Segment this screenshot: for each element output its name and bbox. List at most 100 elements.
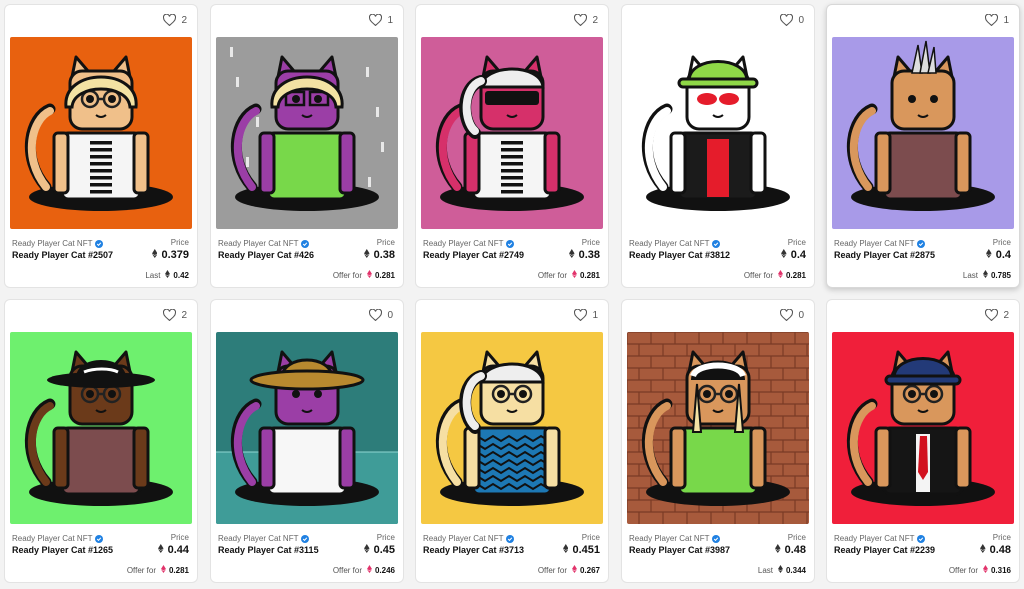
collection-name: Ready Player Cat NFT [423, 534, 504, 543]
card-details: Ready Player Cat NFT Ready Player Cat #42… [218, 238, 395, 261]
eth-icon [165, 270, 171, 280]
price-label: Price [787, 238, 806, 247]
favorite-count: 0 [798, 14, 804, 26]
nft-card[interactable]: 2 Ready Player Cat NFT Ready Player Cat #1… [4, 299, 198, 583]
favorite-button[interactable]: 1 [369, 14, 393, 26]
price-amount: 0.451 [572, 544, 600, 556]
verified-icon [95, 239, 104, 248]
nft-image[interactable] [627, 37, 809, 229]
eth-icon [775, 544, 781, 556]
collection-name: Ready Player Cat NFT [218, 239, 299, 248]
heart-icon [985, 14, 999, 26]
nft-image[interactable] [216, 332, 398, 524]
favorite-button[interactable]: 1 [574, 309, 598, 321]
nft-card[interactable]: 2 Ready Player Cat NFT Ready Player Cat #2… [4, 4, 198, 288]
offer-info: Offer for 0.246 [333, 565, 395, 575]
nft-name[interactable]: Ready Player Cat #3812 [629, 250, 806, 260]
nft-image[interactable] [421, 37, 603, 229]
favorite-button[interactable]: 0 [369, 309, 393, 321]
heart-icon [369, 309, 383, 321]
collection-name: Ready Player Cat NFT [629, 534, 710, 543]
favorite-count: 1 [1003, 14, 1009, 26]
nft-image[interactable] [10, 37, 192, 229]
eth-icon [980, 544, 986, 556]
favorite-button[interactable]: 0 [780, 309, 804, 321]
collection-link[interactable]: Ready Player Cat NFT [629, 533, 806, 544]
nft-image[interactable] [832, 37, 1014, 229]
price-value: 0.48 [775, 544, 806, 556]
eth-icon [158, 544, 164, 556]
verified-icon [917, 239, 926, 248]
favorite-button[interactable]: 2 [163, 14, 187, 26]
nft-card[interactable]: 1 Ready Player Cat NFT Ready Player Cat #4… [210, 4, 404, 288]
favorite-count: 2 [592, 14, 598, 26]
eth-icon [367, 270, 372, 280]
favorite-button[interactable]: 0 [780, 14, 804, 26]
favorite-count: 2 [1003, 309, 1009, 321]
nft-card[interactable]: 2 Ready Player Cat NFT Ready Player Cat #2… [415, 4, 609, 288]
card-details: Ready Player Cat NFT Ready Player Cat #22… [834, 533, 1011, 556]
collection-link[interactable]: Ready Player Cat NFT [218, 238, 395, 249]
collection-link[interactable]: Ready Player Cat NFT [834, 533, 1011, 544]
favorite-count: 2 [181, 309, 187, 321]
nft-card[interactable]: 2 Ready Player Cat NFT Ready Player Cat #2… [826, 299, 1020, 583]
foot-label: Offer for [126, 565, 157, 575]
collection-link[interactable]: Ready Player Cat NFT [12, 533, 189, 544]
eth-icon [778, 565, 783, 575]
favorite-button[interactable]: 2 [574, 14, 598, 26]
price-label: Price [376, 533, 395, 542]
last-sale-info: Last 0.42 [145, 270, 189, 280]
verified-icon [917, 534, 926, 543]
heart-icon [163, 14, 177, 26]
collection-link[interactable]: Ready Player Cat NFT [12, 238, 189, 249]
foot-value: 0.785 [990, 270, 1011, 280]
foot-label: Last [757, 565, 774, 575]
price-label: Price [581, 238, 600, 247]
collection-name: Ready Player Cat NFT [629, 239, 710, 248]
foot-value: 0.281 [168, 565, 189, 575]
collection-name: Ready Player Cat NFT [12, 239, 93, 248]
foot-value: 0.42 [173, 270, 189, 280]
favorite-button[interactable]: 2 [985, 309, 1009, 321]
heart-icon [574, 14, 588, 26]
eth-icon [778, 270, 783, 280]
eth-icon [983, 565, 988, 575]
verified-icon [506, 239, 515, 248]
nft-image[interactable] [10, 332, 192, 524]
offer-info: Offer for 0.281 [333, 270, 395, 280]
verified-icon [712, 239, 721, 248]
nft-card[interactable]: 1 Ready Player Cat NFT Ready Player Cat #3… [415, 299, 609, 583]
foot-label: Offer for [537, 565, 568, 575]
eth-icon [983, 270, 988, 280]
favorite-count: 0 [798, 309, 804, 321]
collection-name: Ready Player Cat NFT [12, 534, 93, 543]
nft-image[interactable] [627, 332, 809, 524]
favorite-button[interactable]: 1 [985, 14, 1009, 26]
card-details: Ready Player Cat NFT Ready Player Cat #39… [629, 533, 806, 556]
eth-icon [781, 249, 787, 261]
collection-link[interactable]: Ready Player Cat NFT [423, 533, 600, 544]
foot-label: Last [962, 270, 979, 280]
nft-card[interactable]: 0 Ready Player Cat NFT Ready Player Cat #3… [621, 299, 815, 583]
price-amount: 0.48 [784, 544, 806, 556]
nft-image[interactable] [421, 332, 603, 524]
foot-value: 0.246 [374, 565, 395, 575]
collection-link[interactable]: Ready Player Cat NFT [834, 238, 1011, 249]
collection-link[interactable]: Ready Player Cat NFT [218, 533, 395, 544]
favorite-button[interactable]: 2 [163, 309, 187, 321]
heart-icon [369, 14, 383, 26]
nft-card[interactable]: 0 Ready Player Cat NFT Ready Player Cat #3… [621, 4, 815, 288]
collection-name: Ready Player Cat NFT [834, 534, 915, 543]
price-value: 0.451 [562, 544, 600, 556]
price-label: Price [581, 533, 600, 542]
nft-card[interactable]: 0 Ready Player Cat NFT Ready Player Cat #3… [210, 299, 404, 583]
collection-link[interactable]: Ready Player Cat NFT [629, 238, 806, 249]
price-label: Price [992, 533, 1011, 542]
foot-label: Offer for [537, 270, 568, 280]
collection-link[interactable]: Ready Player Cat NFT [423, 238, 600, 249]
nft-card[interactable]: 1 Ready Player Cat NFT Ready Player Cat #2… [826, 4, 1020, 288]
nft-image[interactable] [216, 37, 398, 229]
eth-icon [569, 249, 575, 261]
nft-image[interactable] [832, 332, 1014, 524]
nft-name[interactable]: Ready Player Cat #2875 [834, 250, 1011, 260]
